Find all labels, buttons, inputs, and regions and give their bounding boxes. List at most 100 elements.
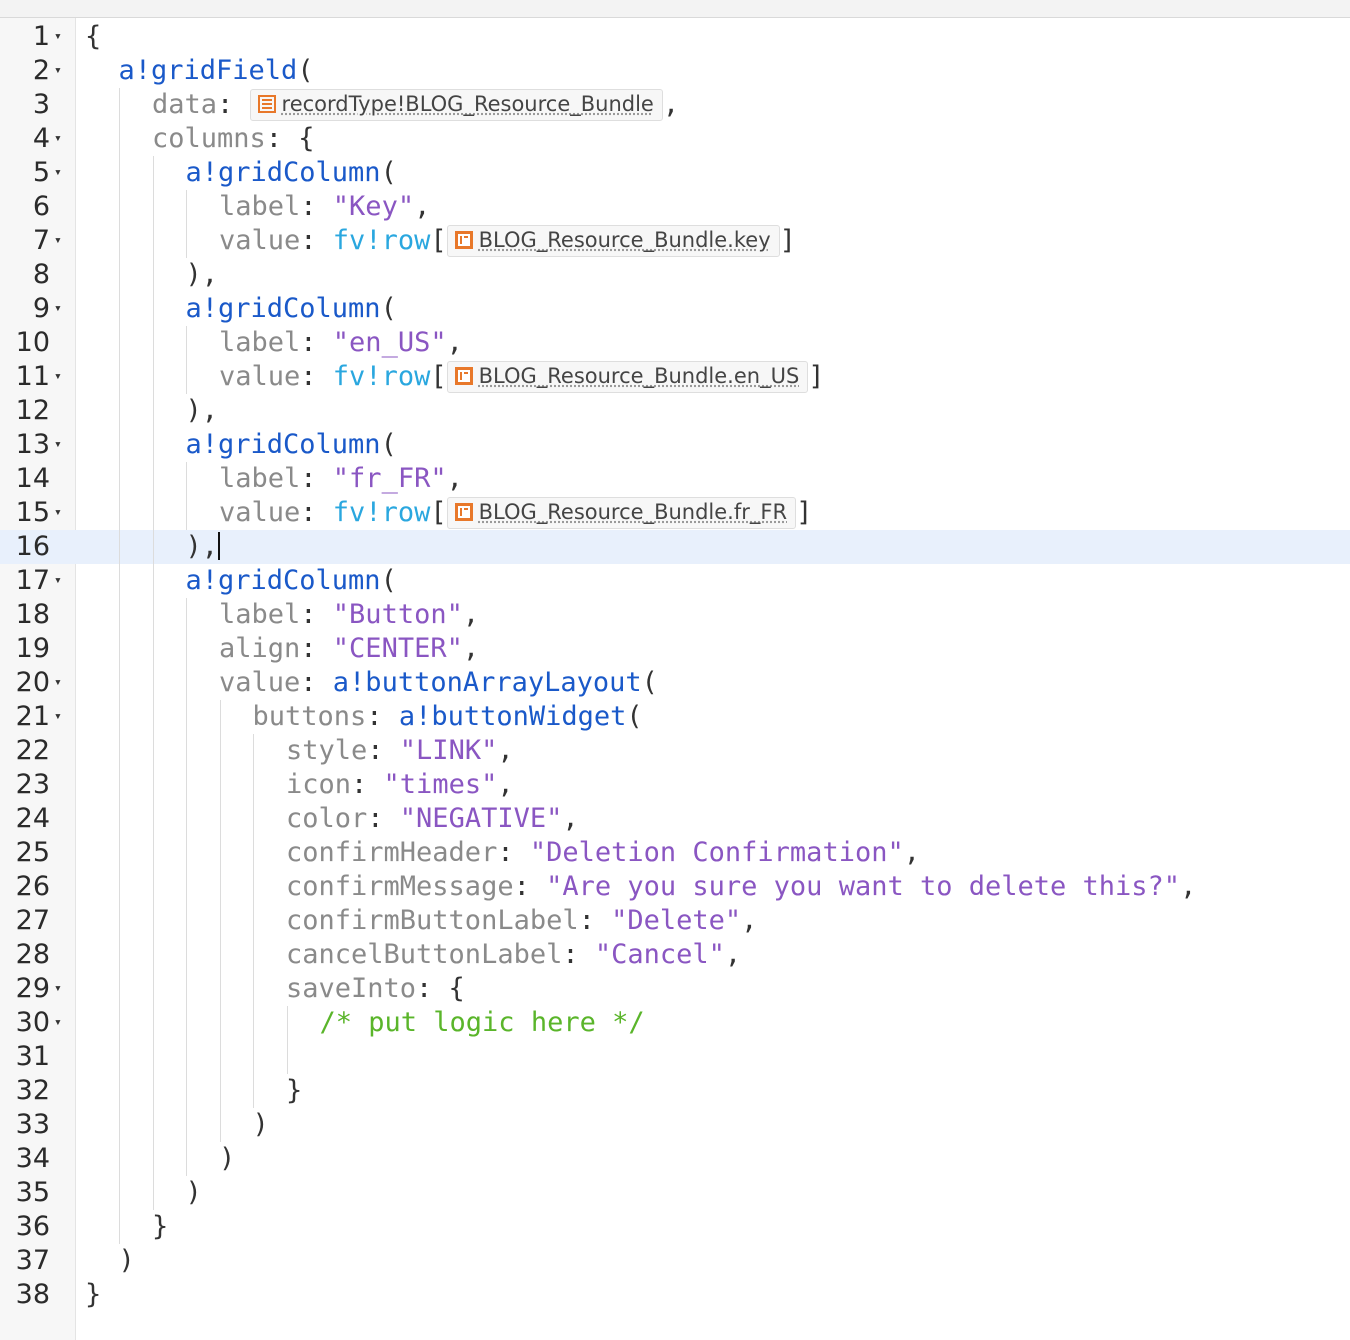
indent-guide	[152, 836, 154, 870]
indent-guide	[152, 530, 154, 564]
code-line[interactable]: 32}	[0, 1074, 1350, 1108]
record-type-reference[interactable]: recordType!BLOG_Resource_Bundle	[249, 89, 663, 121]
indent-guide	[253, 734, 254, 768]
indent-guide	[152, 632, 154, 666]
fold-arrow-icon[interactable]: ▾	[54, 224, 62, 258]
indent-guide	[119, 734, 120, 768]
code-line[interactable]: 13 ▾ a!gridColumn(	[0, 428, 1350, 462]
code-line[interactable]: 4 ▾ columns: {	[0, 122, 1350, 156]
record-field-reference[interactable]: BLOG_Resource_Bundle.en_US	[446, 361, 809, 393]
code-content: )	[119, 1244, 135, 1278]
code-line[interactable]: 22 style: "LINK",	[0, 734, 1350, 768]
indent-guide	[219, 972, 221, 1006]
fold-arrow-icon[interactable]: ▾	[54, 54, 62, 88]
code-line[interactable]: 33)	[0, 1108, 1350, 1142]
code-line[interactable]: 19 align: "CENTER",	[0, 632, 1350, 666]
fold-arrow-icon[interactable]: ▾	[54, 496, 62, 530]
code-content: value: a!buttonArrayLayout(	[219, 666, 658, 700]
code-line[interactable]: 1 ▾ {	[0, 20, 1350, 54]
code-content: columns: {	[152, 122, 315, 156]
string-token: "Key"	[332, 191, 415, 222]
fold-arrow-icon[interactable]: ▾	[54, 564, 62, 598]
indent-guide	[253, 1006, 254, 1040]
indent-guide	[119, 122, 120, 156]
record-field-reference[interactable]: BLOG_Resource_Bundle.fr_FR	[446, 497, 797, 529]
indent-guide	[152, 700, 154, 734]
code-line[interactable]: 34)	[0, 1142, 1350, 1176]
fold-arrow-icon[interactable]: ▾	[54, 156, 62, 190]
fold-arrow-icon[interactable]: ▾	[54, 20, 62, 54]
code-line[interactable]: 36}	[0, 1210, 1350, 1244]
punctuation-token: ]	[796, 497, 813, 528]
indent-guide	[286, 1040, 288, 1074]
fold-arrow-icon[interactable]: ▾	[54, 360, 62, 394]
record-field-reference[interactable]: BLOG_Resource_Bundle.key	[446, 225, 780, 257]
fold-arrow-icon[interactable]: ▾	[54, 666, 62, 700]
indent-guide	[186, 1142, 187, 1176]
code-line[interactable]: 18 label: "Button",	[0, 598, 1350, 632]
line-number: 21	[15, 701, 50, 732]
fold-arrow-icon[interactable]: ▾	[54, 122, 62, 156]
punctuation-token: :	[578, 905, 612, 936]
punctuation-token: ,	[497, 735, 514, 766]
code-line[interactable]: 20 ▾ value: a!buttonArrayLayout(	[0, 666, 1350, 700]
code-line[interactable]: 2 ▾ a!gridField(	[0, 54, 1350, 88]
punctuation-token: ]	[779, 225, 796, 256]
code-line[interactable]: 25 confirmHeader: "Deletion Confirmation"…	[0, 836, 1350, 870]
code-line[interactable]: 3 data: recordType!BLOG_Resource_Bundle,	[0, 88, 1350, 122]
code-line[interactable]: 30 ▾ /* put logic here */	[0, 1006, 1350, 1040]
code-line[interactable]: 17 ▾ a!gridColumn(	[0, 564, 1350, 598]
indent-guide	[152, 734, 154, 768]
code-line[interactable]: 21 ▾ buttons: a!buttonWidget(	[0, 700, 1350, 734]
parameter-token: saveInto	[286, 973, 417, 1004]
code-line[interactable]: 29 ▾ saveInto: {	[0, 972, 1350, 1006]
code-line[interactable]: 15 ▾ value: fv!row[BLOG_Resource_Bundle.fr…	[0, 496, 1350, 530]
code-line[interactable]: 9 ▾ a!gridColumn(	[0, 292, 1350, 326]
indent-guide	[119, 462, 120, 496]
code-line[interactable]: 6 label: "Key",	[0, 190, 1350, 224]
code-line[interactable]: 14 label: "fr_FR",	[0, 462, 1350, 496]
code-line[interactable]: 26 confirmMessage: "Are you sure you want…	[0, 870, 1350, 904]
indent-guide	[152, 462, 154, 496]
punctuation-token: }	[152, 1211, 169, 1242]
code-line[interactable]: 37)	[0, 1244, 1350, 1278]
parameter-token: confirmHeader	[286, 837, 498, 868]
fold-arrow-icon[interactable]: ▾	[54, 292, 62, 326]
code-line[interactable]: 10 label: "en_US",	[0, 326, 1350, 360]
code-line[interactable]: 11 ▾ value: fv!row[BLOG_Resource_Bundle.en…	[0, 360, 1350, 394]
code-content: color: "NEGATIVE",	[286, 802, 579, 836]
code-line[interactable]: 23 icon: "times",	[0, 768, 1350, 802]
function-token: a!gridField	[118, 55, 298, 86]
punctuation-token: (	[380, 293, 397, 324]
code-line[interactable]: 24 color: "NEGATIVE",	[0, 802, 1350, 836]
code-line[interactable]: 27 confirmButtonLabel: "Delete",	[0, 904, 1350, 938]
punctuation-token: ,	[662, 89, 680, 120]
code-line[interactable]: 16),	[0, 530, 1350, 564]
code-content: ),	[186, 394, 219, 428]
code-line[interactable]: 12),	[0, 394, 1350, 428]
line-number: 30	[15, 1007, 50, 1038]
code-line[interactable]: 28 cancelButtonLabel: "Cancel",	[0, 938, 1350, 972]
code-line[interactable]: 7 ▾ value: fv!row[BLOG_Resource_Bundle.key…	[0, 224, 1350, 258]
code-content: value: fv!row[BLOG_Resource_Bundle.fr_FR…	[219, 496, 812, 530]
code-editor[interactable]: 1 ▾{2 ▾ a!gridField(3 data: recordType!BLOG_…	[0, 20, 1350, 1312]
line-number: 23	[15, 769, 50, 800]
punctuation-token: }	[85, 1279, 102, 1310]
punctuation-token: :	[367, 803, 400, 834]
code-line[interactable]: 31	[0, 1040, 1350, 1074]
punctuation-token: :	[300, 667, 333, 698]
indent-guide	[152, 292, 154, 326]
punctuation-token: ,	[562, 803, 579, 834]
code-line[interactable]: 5 ▾ a!gridColumn(	[0, 156, 1350, 190]
code-line[interactable]: 8),	[0, 258, 1350, 292]
fold-arrow-icon[interactable]: ▾	[54, 972, 62, 1006]
code-line[interactable]: 38}	[0, 1278, 1350, 1312]
fold-arrow-icon[interactable]: ▾	[54, 1006, 62, 1040]
indent-guide	[253, 836, 254, 870]
indent-guide	[219, 904, 221, 938]
punctuation-token: ]	[808, 361, 825, 392]
fold-arrow-icon[interactable]: ▾	[54, 428, 62, 462]
fold-arrow-icon[interactable]: ▾	[54, 700, 62, 734]
code-line[interactable]: 35)	[0, 1176, 1350, 1210]
function-token: a!gridColumn	[185, 565, 381, 596]
